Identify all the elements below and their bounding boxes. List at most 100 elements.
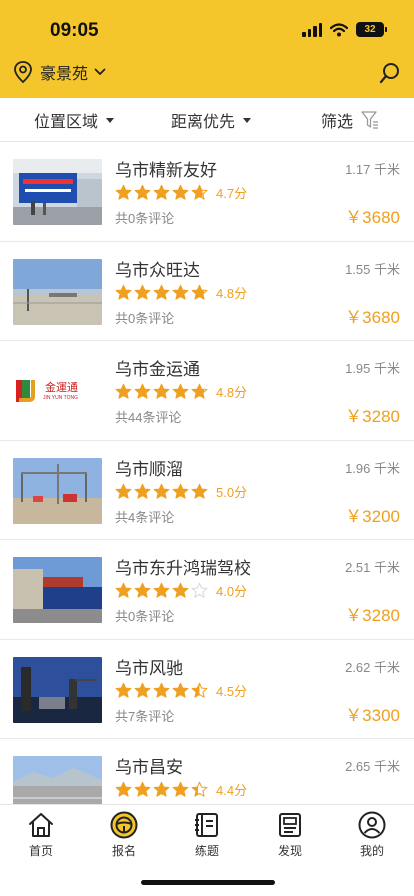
home-icon — [29, 813, 53, 837]
star-icon — [153, 582, 170, 598]
filter-sort-dropdown[interactable]: 距离优先 — [171, 98, 252, 142]
school-name: 乌市金运通 — [115, 360, 200, 379]
school-photo — [13, 656, 102, 723]
school-price: ￥3680 — [345, 307, 400, 327]
school-name: 乌市东升鸿瑞驾校 — [115, 559, 251, 578]
school-distance: 2.62 千米 — [345, 659, 400, 675]
rating-stars: 4.8分 — [115, 382, 247, 401]
tab-profile[interactable]: 我的 — [342, 811, 402, 859]
school-price: ￥3680 — [345, 208, 400, 227]
school-distance: 1.17 千米 — [345, 162, 400, 177]
school-photo — [13, 557, 102, 623]
star-icon — [172, 483, 189, 499]
rating-stars: 4.4分 — [115, 780, 247, 799]
star-icon — [153, 184, 170, 200]
star-icon — [115, 184, 132, 200]
discover-icon — [279, 813, 301, 837]
star-icon — [191, 682, 208, 698]
tab-home[interactable]: 首页 — [11, 811, 71, 859]
search-icon[interactable] — [378, 61, 402, 85]
rating-stars: 4.5分 — [115, 681, 247, 700]
tab-discover-label: 发现 — [277, 844, 302, 858]
school-price: ￥3280 — [345, 606, 400, 625]
star-icon — [172, 284, 189, 300]
rating-score: 5.0分 — [216, 484, 248, 500]
school-price: ￥3300 — [345, 705, 400, 725]
location-pin-icon — [14, 61, 32, 84]
filter-area-dropdown[interactable]: 位置区域 — [34, 98, 115, 142]
rating-score: 4.0分 — [216, 584, 248, 599]
wifi-icon — [330, 22, 348, 36]
rating-stars: 4.7分 — [115, 183, 247, 202]
school-price: ￥3280 — [345, 407, 400, 426]
tab-signup-label: 报名 — [111, 844, 136, 858]
rating-score: 4.8分 — [216, 285, 248, 301]
tab-signup[interactable]: 报名 — [94, 811, 154, 859]
status-time: 09:05 — [50, 20, 99, 41]
filter-sort-label: 距离优先 — [171, 114, 236, 131]
review-count: 共4条评论 — [115, 509, 175, 525]
caret-down-icon — [243, 117, 252, 123]
tab-practice[interactable]: 练题 — [177, 811, 237, 859]
tab-home-label: 首页 — [28, 844, 53, 858]
star-icon — [172, 682, 189, 698]
school-list-item[interactable]: 乌市精新友好 1.17 千米 4.7分 共0条评论 ￥3680 — [0, 142, 414, 242]
star-icon — [134, 383, 151, 399]
review-count: 共0条评论 — [115, 211, 175, 226]
school-list-item[interactable]: 乌市顺溜 1.96 千米 5.0分 共4条评论 ￥3200 — [0, 441, 414, 540]
school-name: 乌市众旺达 — [115, 260, 200, 280]
tab-discover[interactable]: 发现 — [260, 811, 320, 859]
school-name: 乌市昌安 — [115, 758, 183, 777]
star-icon — [172, 383, 189, 399]
school-list: 乌市精新友好 1.17 千米 4.7分 共0条评论 ￥3680 乌市众旺达 1.… — [0, 142, 414, 804]
top-header: 09:05 32 豪景苑 — [0, 0, 414, 98]
funnel-icon — [361, 111, 379, 129]
star-icon — [115, 582, 132, 598]
exercise-book-icon — [195, 813, 218, 837]
review-count: 共44条评论 — [115, 410, 182, 425]
school-list-item[interactable]: 乌市东升鸿瑞驾校 2.51 千米 4.0分 共0条评论 ￥3280 — [0, 540, 414, 640]
school-distance: 1.55 千米 — [345, 261, 400, 277]
school-name: 乌市精新友好 — [115, 161, 217, 180]
rating-stars: 4.0分 — [115, 581, 247, 600]
profile-icon — [358, 811, 386, 839]
school-photo — [13, 258, 102, 325]
chevron-down-icon — [94, 68, 106, 75]
location-selector[interactable]: 豪景苑 — [12, 60, 106, 84]
star-icon — [134, 582, 151, 598]
rating-stars: 5.0分 — [115, 482, 247, 501]
school-distance: 2.65 千米 — [345, 759, 400, 774]
school-name: 乌市风驰 — [115, 658, 183, 678]
school-list-item[interactable]: 金運通 JIN YUN TONG 乌市金运通 1.95 千米 4.8分 共44条… — [0, 341, 414, 441]
star-icon — [191, 284, 208, 300]
school-list-item[interactable]: 乌市风驰 2.62 千米 4.5分 共7条评论 ￥3300 — [0, 640, 414, 739]
steering-wheel-icon — [110, 811, 138, 839]
star-icon — [115, 483, 132, 499]
review-count: 共0条评论 — [115, 310, 175, 326]
star-icon — [153, 383, 170, 399]
filter-button[interactable]: 筛选 — [321, 98, 379, 142]
star-icon — [134, 184, 151, 200]
filter-bar: 位置区域 距离优先 筛选 — [0, 98, 414, 142]
star-icon — [153, 284, 170, 300]
school-photo — [13, 756, 102, 804]
school-price: ￥3200 — [345, 506, 400, 526]
school-name: 乌市顺溜 — [115, 459, 183, 479]
caret-down-icon — [106, 117, 115, 123]
star-icon — [134, 483, 151, 499]
rating-score: 4.5分 — [216, 683, 248, 699]
star-icon — [115, 284, 132, 300]
star-icon — [115, 682, 132, 698]
star-icon — [172, 184, 189, 200]
rating-score: 4.8分 — [216, 385, 248, 400]
tab-profile-label: 我的 — [359, 844, 384, 858]
home-indicator[interactable] — [141, 880, 275, 885]
school-list-item[interactable]: 乌市众旺达 1.55 千米 4.8分 共0条评论 ￥3680 — [0, 242, 414, 341]
star-icon — [172, 781, 189, 797]
review-count: 共0条评论 — [115, 609, 175, 624]
tab-practice-label: 练题 — [194, 844, 219, 858]
school-distance: 1.96 千米 — [345, 460, 400, 476]
logo-text: 金運通 — [45, 382, 78, 394]
star-icon — [134, 781, 151, 797]
school-list-item[interactable]: 乌市昌安 2.65 千米 4.4分 — [0, 739, 414, 804]
